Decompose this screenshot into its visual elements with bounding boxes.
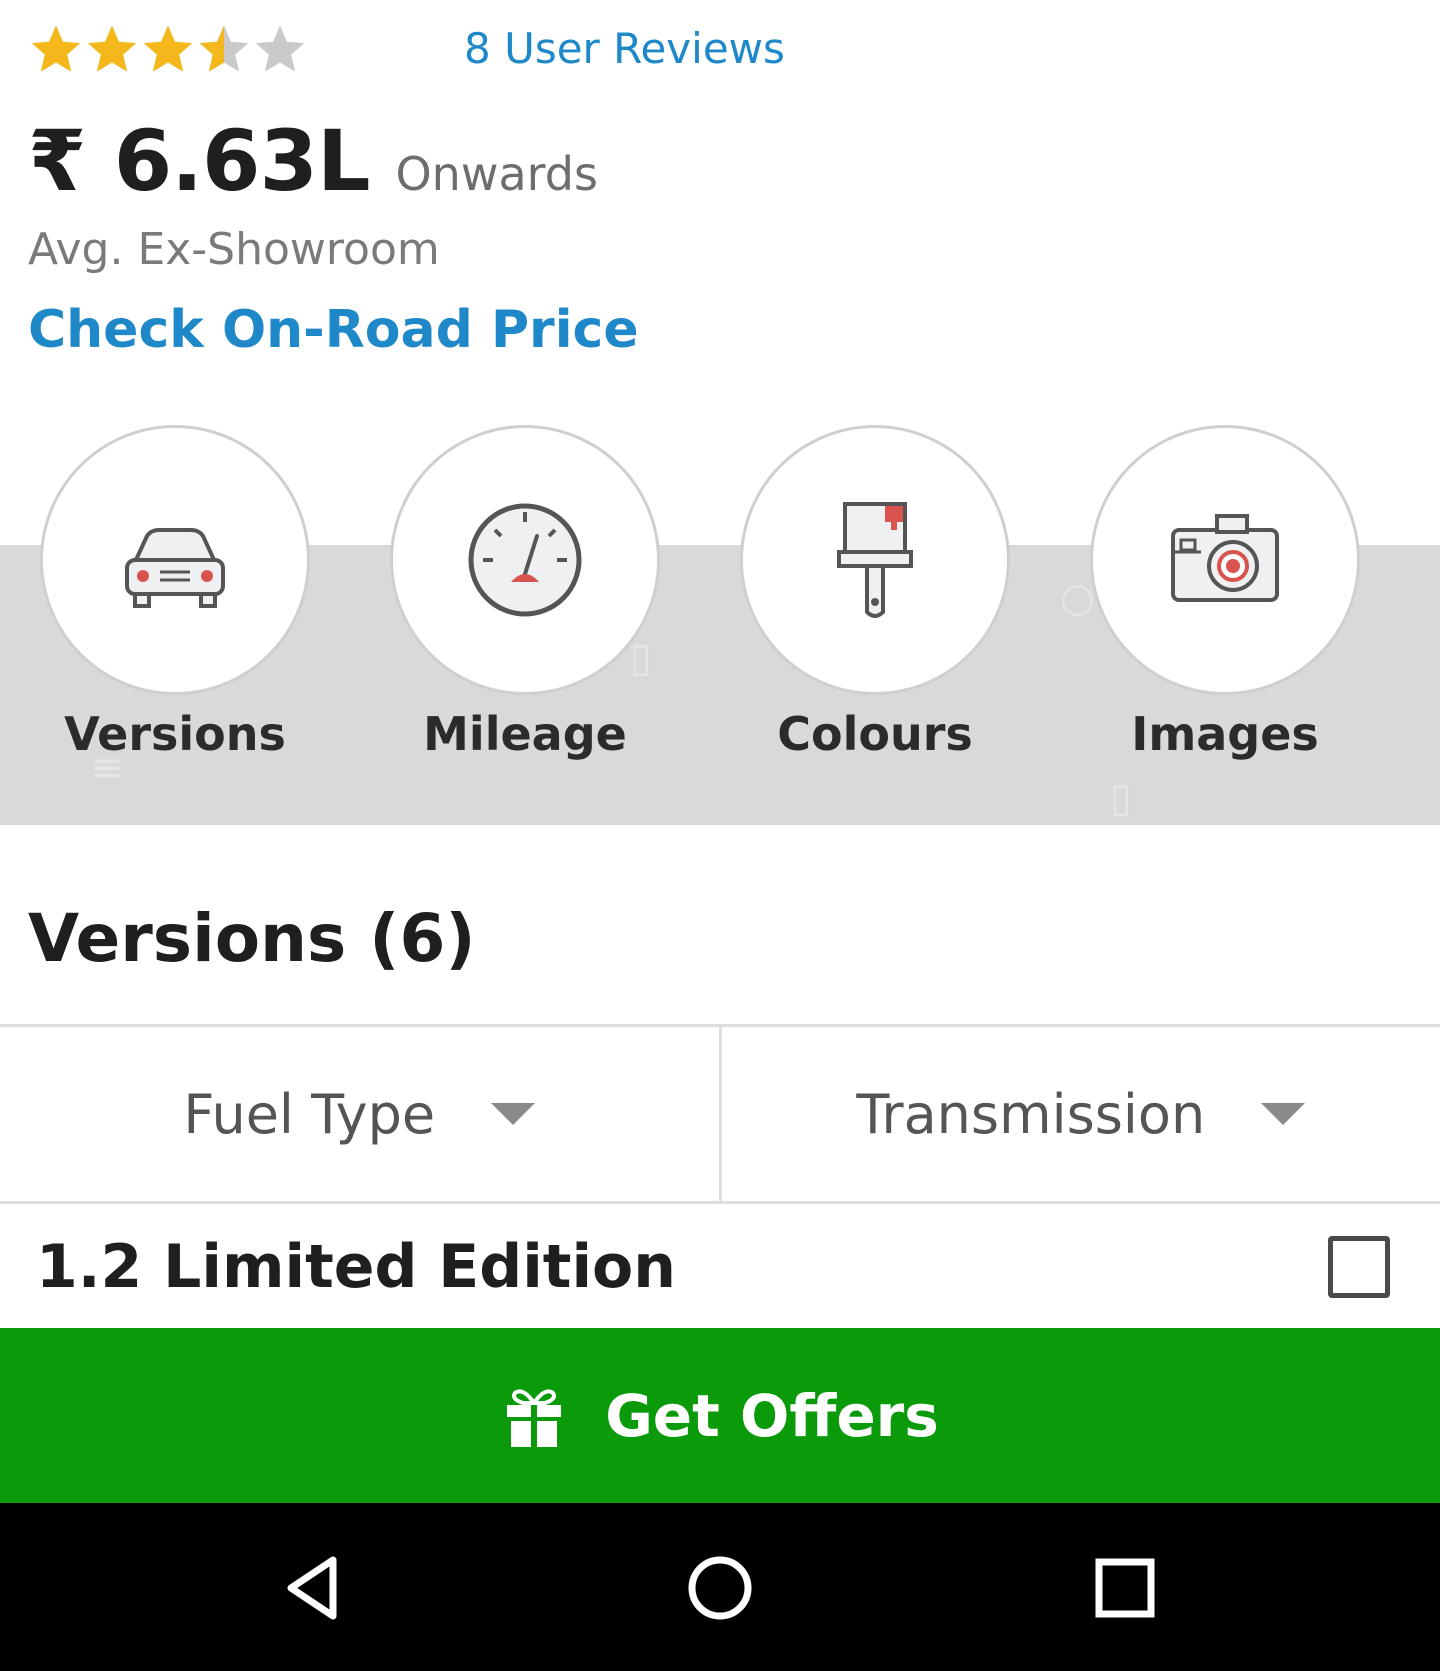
filter-label: Transmission bbox=[856, 1082, 1206, 1146]
star-full-icon bbox=[140, 21, 196, 77]
recents-icon bbox=[1095, 1558, 1155, 1618]
caret-down-icon bbox=[1261, 1103, 1306, 1125]
star-full-icon bbox=[28, 21, 84, 77]
price-row: ₹ 6.63L Onwards bbox=[28, 112, 598, 212]
back-icon bbox=[287, 1556, 337, 1620]
rating-row: 8 User Reviews bbox=[28, 18, 1408, 80]
user-reviews-link[interactable]: 8 User Reviews bbox=[464, 18, 785, 80]
versions-circle bbox=[40, 425, 310, 695]
paint-brush-icon bbox=[837, 502, 913, 618]
home-icon bbox=[688, 1556, 752, 1620]
get-offers-button[interactable]: Get Offers bbox=[0, 1328, 1440, 1503]
quick-link-label: Versions bbox=[64, 707, 286, 761]
version-list-item[interactable]: 1.2 Limited Edition bbox=[0, 1206, 1440, 1328]
quick-link-colours[interactable]: Colours bbox=[722, 425, 1012, 785]
caret-down-icon bbox=[491, 1103, 536, 1125]
version-name: 1.2 Limited Edition bbox=[36, 1232, 676, 1302]
images-circle bbox=[1090, 425, 1360, 695]
compare-checkbox[interactable] bbox=[1328, 1236, 1390, 1298]
filter-row: Fuel Type Transmission bbox=[0, 1024, 1440, 1204]
camera-icon bbox=[1171, 514, 1279, 602]
check-onroad-price-link[interactable]: Check On-Road Price bbox=[28, 300, 639, 360]
quick-link-label: Colours bbox=[777, 707, 973, 761]
quick-link-versions[interactable]: Versions bbox=[22, 425, 312, 785]
transmission-filter[interactable]: Transmission bbox=[718, 1027, 1440, 1201]
quick-link-images[interactable]: Images bbox=[1072, 425, 1362, 785]
gift-icon bbox=[501, 1383, 567, 1449]
price-suffix: Onwards bbox=[395, 147, 598, 201]
versions-section-title: Versions (6) bbox=[28, 900, 476, 977]
star-full-icon bbox=[84, 21, 140, 77]
home-button[interactable] bbox=[675, 1543, 765, 1633]
system-nav-bar bbox=[0, 1503, 1440, 1671]
quick-link-mileage[interactable]: Mileage bbox=[372, 425, 662, 785]
star-half-icon bbox=[196, 21, 252, 77]
speedometer-icon bbox=[468, 503, 582, 617]
quick-link-label: Mileage bbox=[423, 707, 627, 761]
colours-circle bbox=[740, 425, 1010, 695]
back-button[interactable] bbox=[270, 1543, 360, 1633]
recents-button[interactable] bbox=[1080, 1543, 1170, 1633]
price-note: Avg. Ex-Showroom bbox=[28, 224, 440, 275]
get-offers-label: Get Offers bbox=[605, 1381, 939, 1450]
car-icon bbox=[125, 528, 225, 608]
star-empty-icon bbox=[252, 21, 308, 77]
price-value: ₹ 6.63L bbox=[28, 112, 370, 210]
fuel-type-filter[interactable]: Fuel Type bbox=[0, 1027, 719, 1201]
quick-link-label: Images bbox=[1131, 707, 1319, 761]
star-rating bbox=[28, 18, 308, 80]
filter-label: Fuel Type bbox=[183, 1082, 436, 1146]
mileage-circle bbox=[390, 425, 660, 695]
